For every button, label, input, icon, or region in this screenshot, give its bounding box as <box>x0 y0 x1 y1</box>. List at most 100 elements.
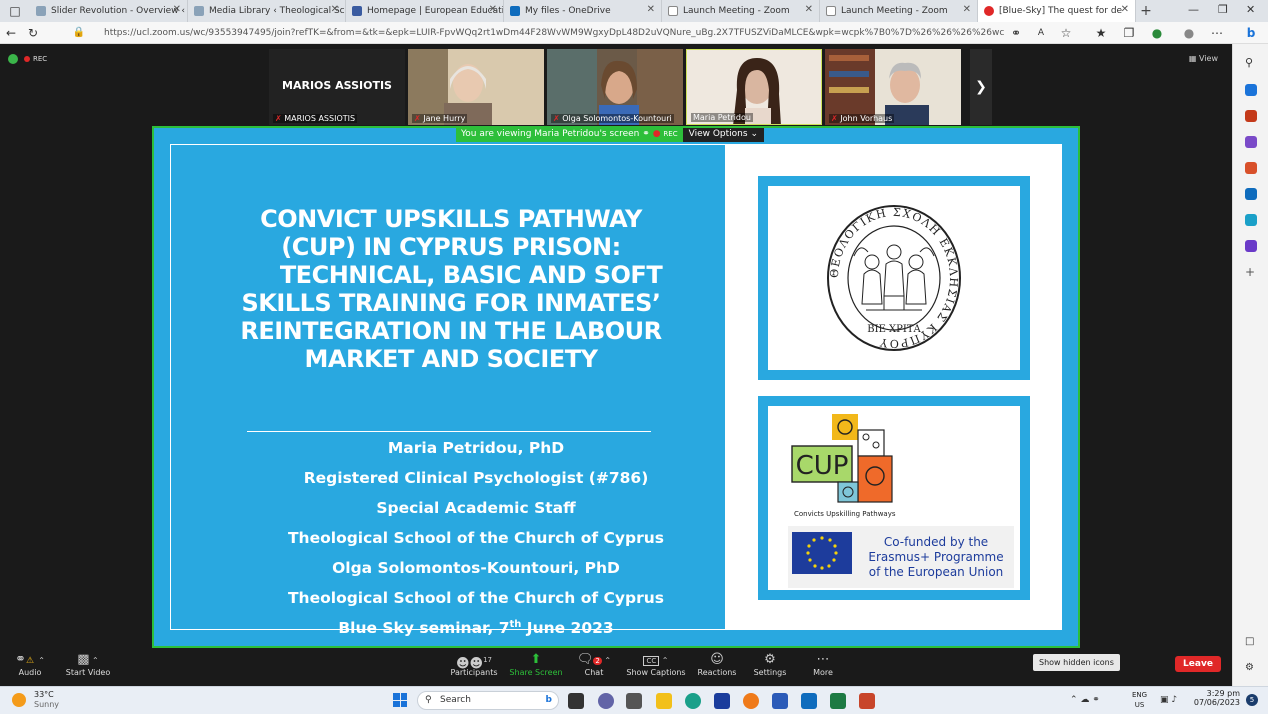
browser-tab[interactable]: My files - OneDrive ✕ <box>504 0 662 22</box>
restore-icon[interactable]: ❐ <box>1218 3 1228 16</box>
browser-tab[interactable]: Launch Meeting - Zoom ✕ <box>662 0 820 22</box>
favorites-icon[interactable]: ★ <box>1090 26 1112 40</box>
back-icon[interactable]: ← <box>0 26 22 40</box>
windows-taskbar: 33°C Sunny ⚲ Search b ⌃ ☁ ⚭ ENG US ▣ ♪ 3:29 … <box>0 686 1268 714</box>
taskbar-search-input[interactable]: ⚲ Search b <box>417 691 559 710</box>
presentation-slide: CONVICT UPSKILLS PATHWAY (CUP) IN CYPRUS… <box>170 144 1062 637</box>
new-tab-icon[interactable]: + <box>1136 3 1156 19</box>
close-window-icon[interactable]: ✕ <box>1246 3 1255 16</box>
refresh-icon[interactable]: ↻ <box>22 26 44 40</box>
microphone-icon[interactable]: ⚭ <box>1005 26 1027 40</box>
more-dots-icon: ⋯ <box>816 652 830 667</box>
powerpoint-icon[interactable] <box>859 693 875 709</box>
excel-icon[interactable] <box>830 693 846 709</box>
minimize-icon[interactable]: — <box>1188 3 1199 16</box>
file-explorer-icon[interactable] <box>656 693 672 709</box>
captions-button[interactable]: CC ⌃ Show Captions <box>626 652 686 677</box>
participant-tile[interactable]: ✗ John Vorhaus <box>825 49 961 125</box>
favorite-star-icon[interactable]: ☆ <box>1055 26 1077 40</box>
browser-tab[interactable]: Slider Revolution - Overview ‹ Th ✕ <box>30 0 188 22</box>
participants-button[interactable]: ☻☻17 Participants <box>444 652 504 677</box>
reactions-button[interactable]: ☺ Reactions <box>687 652 747 677</box>
participant-tile[interactable]: ✗ Jane Hurry <box>408 49 544 125</box>
participant-name: Olga Solomontos-Kountouri <box>562 114 672 123</box>
tab-favicon-icon <box>510 6 520 16</box>
chat-button[interactable]: 🗨 2 ⌃ Chat <box>564 652 624 677</box>
browser-tab[interactable]: Homepage | European Education ✕ <box>346 0 504 22</box>
tab-actions-icon[interactable]: □ <box>0 4 30 18</box>
split-screen-icon[interactable]: □ <box>1245 636 1257 648</box>
gallery-next-arrow-icon[interactable]: ❯ <box>970 49 992 125</box>
browser-tab[interactable]: Media Library ‹ Theological Scho ✕ <box>188 0 346 22</box>
read-aloud-icon[interactable]: A <box>1030 28 1052 38</box>
zoom-app-icon[interactable] <box>714 693 730 709</box>
close-tab-icon[interactable]: ✕ <box>331 4 339 15</box>
network-volume-icons[interactable]: ▣ ♪ <box>1160 695 1177 705</box>
close-tab-icon[interactable]: ✕ <box>805 4 813 15</box>
view-options-button[interactable]: View Options ⌄ <box>682 128 764 142</box>
teams-chat-icon[interactable] <box>598 693 614 709</box>
tab-favicon-icon <box>826 6 836 16</box>
lock-icon[interactable]: 🔒 <box>68 27 90 38</box>
search-icon[interactable]: ⚲ <box>1245 56 1257 69</box>
outlook-icon[interactable] <box>801 693 817 709</box>
notification-badge[interactable]: 5 <box>1246 694 1258 706</box>
calculator-icon[interactable] <box>626 693 642 709</box>
tools-icon[interactable] <box>1245 110 1257 122</box>
muted-mic-icon: ✗ <box>553 114 560 123</box>
start-video-button[interactable]: ▩ ⌃ Start Video <box>58 652 118 677</box>
participant-name: Maria Petridou <box>691 113 753 122</box>
drop-icon[interactable] <box>1245 214 1257 226</box>
more-button[interactable]: ⋯ More <box>793 652 853 677</box>
participant-name: Jane Hurry <box>423 114 466 123</box>
settings-icon[interactable]: ⚙ <box>1245 662 1257 674</box>
view-button[interactable]: ▦ View <box>1189 54 1218 63</box>
participant-tile[interactable]: ✗ Olga Solomontos-Kountouri <box>547 49 683 125</box>
games-icon[interactable] <box>1245 136 1257 148</box>
close-tab-icon[interactable]: ✕ <box>489 4 497 15</box>
show-hidden-icons-tooltip: Show hidden icons <box>1033 654 1120 671</box>
office-icon[interactable] <box>1245 162 1257 174</box>
clock[interactable]: 3:29 pm 07/06/2023 <box>1194 689 1240 707</box>
url-field[interactable]: https://ucl.zoom.us/wc/93553947495/join?… <box>104 28 1004 38</box>
close-tab-icon[interactable]: ✕ <box>173 4 181 15</box>
share-screen-button[interactable]: ⬆ Share Screen <box>506 652 566 677</box>
designer-icon[interactable] <box>1245 240 1257 252</box>
audio-button[interactable]: ⚭⚠ ⌃ Audio <box>0 652 60 677</box>
microphone-warning-icon: ⚭⚠ ⌃ <box>15 652 45 667</box>
tab-favicon-icon <box>194 6 204 16</box>
profile-avatar-icon[interactable]: ● <box>1178 26 1200 40</box>
search-icon: ⚲ <box>425 695 432 705</box>
shopping-icon[interactable] <box>1245 84 1257 96</box>
share-screen-icon: ⬆ <box>530 652 542 667</box>
more-menu-icon[interactable]: ⋯ <box>1206 26 1228 40</box>
close-tab-icon[interactable]: ✕ <box>647 4 655 15</box>
word-icon[interactable] <box>772 693 788 709</box>
task-view-icon[interactable] <box>568 693 584 709</box>
windows-start-icon[interactable] <box>393 693 407 707</box>
leave-button[interactable]: Leave <box>1175 656 1221 672</box>
shared-screen: CONVICT UPSKILLS PATHWAY (CUP) IN CYPRUS… <box>152 126 1080 648</box>
extension-icon[interactable]: ● <box>1146 26 1168 40</box>
edge-browser-icon[interactable] <box>685 693 701 709</box>
bing-icon[interactable]: b <box>1240 26 1262 40</box>
language-indicator[interactable]: ENG US <box>1132 690 1147 710</box>
theological-school-seal: ΘΕΟΛΟΓΙΚΗ ΣΧΟΛΗ ΕΚΚΛΗΣΙΑΣ ΚΥΠΡΟΥ ΒΙΕ ΧΡΙ… <box>827 205 961 351</box>
outlook-icon[interactable] <box>1245 188 1257 200</box>
close-tab-icon[interactable]: ✕ <box>963 4 971 15</box>
firefox-icon[interactable] <box>743 693 759 709</box>
bing-icon: b <box>545 695 552 705</box>
chevron-down-icon: ⌄ <box>750 129 758 139</box>
close-tab-icon[interactable]: ✕ <box>1121 4 1129 15</box>
browser-tab[interactable]: Launch Meeting - Zoom ✕ <box>820 0 978 22</box>
seal-logo-frame: ΘΕΟΛΟΓΙΚΗ ΣΧΟΛΗ ΕΚΚΛΗΣΙΑΣ ΚΥΠΡΟΥ ΒΙΕ ΧΡΙ… <box>758 176 1030 380</box>
browser-tab-active[interactable]: [Blue-Sky] The quest for de ✕ <box>978 0 1136 22</box>
seminar-date: Blue Sky seminar, 7th June 2023 <box>338 618 614 637</box>
participant-tile[interactable]: MARIOS ASSIOTIS ✗ MARIOS ASSIOTIS <box>269 49 405 125</box>
add-sidebar-icon[interactable]: + <box>1245 266 1257 278</box>
weather-widget[interactable]: 33°C Sunny <box>12 690 59 710</box>
settings-button[interactable]: ⚙ Settings <box>740 652 800 677</box>
participant-tile-active-speaker[interactable]: Maria Petridou <box>686 49 822 125</box>
cup-logo: CUP Convicts Upskilling Pathways Co-fund… <box>788 414 1014 588</box>
collections-icon[interactable]: ❐ <box>1118 26 1140 40</box>
